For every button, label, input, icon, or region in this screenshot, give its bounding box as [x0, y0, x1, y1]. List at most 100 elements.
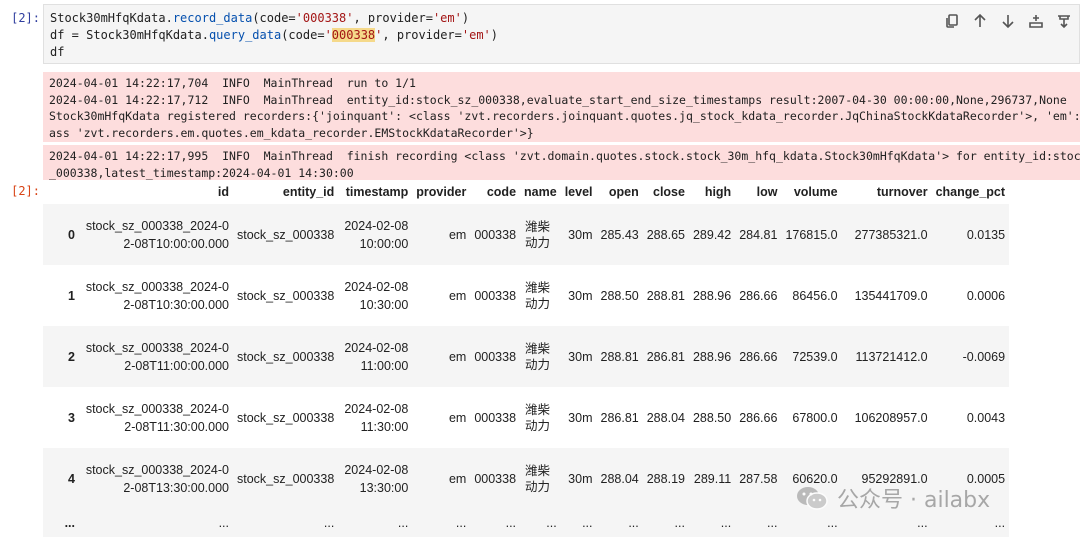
ellipsis-cell: ...	[688, 509, 736, 537]
column-header: open	[608, 185, 639, 199]
table-row: 3 stock_sz_000338_2024-02-08T11:30:00.00…	[43, 387, 1009, 448]
column-header: low	[756, 185, 778, 199]
cell-close: 288.04	[646, 410, 685, 425]
cell-volume: 86456.0	[792, 288, 838, 303]
cell-name: 潍柴动力	[520, 326, 561, 387]
cell-timestamp: 2024-02-08 13:30:00	[338, 448, 413, 509]
ellipsis-cell: ...	[735, 509, 782, 537]
cell-high: 288.96	[692, 288, 732, 303]
cell-open: 288.04	[596, 448, 643, 509]
log-line: 2024-04-01 14:22:17,995 INFO MainThread …	[49, 149, 1080, 163]
table-header-row: id entity_id timestamp provider code nam…	[43, 180, 1009, 204]
column-header: timestamp	[345, 185, 409, 199]
input-prompt: [2]:	[11, 11, 40, 25]
cell-code: 000338	[474, 288, 517, 303]
cell-open: 288.81	[596, 326, 643, 387]
move-up-button[interactable]	[969, 11, 991, 31]
ellipsis-cell: ...	[412, 509, 471, 537]
ellipsis-cell: ...	[43, 509, 79, 537]
delete-icon	[1058, 15, 1070, 29]
cell-low: 286.66	[739, 410, 778, 425]
ellipsis-cell: ...	[233, 509, 339, 537]
cell-high: 288.96	[688, 326, 736, 387]
cell-provider: em	[448, 410, 467, 425]
cell-close: 288.19	[642, 448, 689, 509]
cell-high: 289.11	[688, 448, 736, 509]
cell-volume: 67800.0	[792, 410, 838, 425]
cell-high: 288.50	[692, 410, 732, 425]
cell-code: 000338	[474, 410, 517, 425]
table-row: 2 stock_sz_000338_2024-02-08T11:00:00.00…	[43, 326, 1010, 387]
cell-turnover: 113721412.0	[841, 326, 932, 387]
cell-timestamp: 2024-02-08 11:30:00	[344, 401, 409, 434]
duplicate-cell-button[interactable]	[941, 11, 963, 31]
cell-code: 000338	[470, 204, 521, 265]
cell-level: 30m	[568, 410, 593, 425]
cell-name: 潍柴动力	[525, 402, 551, 433]
table-row: 1 stock_sz_000338_2024-02-08T10:30:00.00…	[43, 265, 1009, 326]
watermark-text: 公众号 · ailabx	[837, 488, 991, 513]
cell-id: stock_sz_000338_2024-02-08T11:30:00.000	[85, 401, 229, 434]
cell-turnover: 135441709.0	[854, 288, 928, 303]
cell-low: 286.66	[735, 326, 782, 387]
cell-level: 30m	[560, 448, 597, 509]
cell-close: 288.81	[646, 288, 685, 303]
cell-id: stock_sz_000338_2024-02-08T13:30:00.000	[79, 448, 233, 509]
column-header: code	[486, 185, 517, 199]
column-header: volume	[793, 185, 838, 199]
cell-id: stock_sz_000338_2024-02-08T11:00:00.000	[79, 326, 233, 387]
cell-change-pct: -0.0069	[931, 326, 1010, 387]
cell-code: 000338	[470, 448, 521, 509]
cell-name: 潍柴动力	[520, 204, 561, 265]
cell-name: 潍柴动力	[520, 448, 561, 509]
row-index: 3	[68, 410, 75, 425]
code-line-3: df	[50, 45, 65, 59]
code-editor[interactable]: Stock30mHfqKdata.record_data(code='00033…	[50, 10, 498, 61]
column-header: id	[217, 185, 229, 199]
row-index: 0	[43, 204, 79, 265]
wechat-icon	[797, 487, 828, 510]
cell-low: 286.66	[739, 288, 778, 303]
move-down-button[interactable]	[997, 11, 1019, 31]
cell-entity-id: stock_sz_000338	[233, 204, 339, 265]
cell-high: 289.42	[688, 204, 736, 265]
column-header: close	[653, 185, 685, 199]
stderr-output: 2024-04-01 14:22:17,995 INFO MainThread …	[43, 145, 1080, 180]
cell-provider: em	[448, 288, 467, 303]
cell-turnover: 277385321.0	[841, 204, 932, 265]
cell-level: 30m	[560, 204, 597, 265]
log-line: ass 'zvt.recorders.em.quotes.em_kdata_re…	[49, 125, 534, 140]
cell-entity-id: stock_sz_000338	[233, 448, 339, 509]
log-line: 2024-04-01 14:22:17,704 INFO MainThread …	[49, 76, 416, 90]
cell-provider: em	[412, 204, 471, 265]
cell-turnover: 106208957.0	[854, 410, 928, 425]
column-header: high	[704, 185, 732, 199]
cell-low: 284.81	[735, 204, 782, 265]
code-line-2: df = Stock30mHfqKdata.query_data(code='0…	[50, 28, 499, 42]
code-cell[interactable]: Stock30mHfqKdata.record_data(code='00033…	[43, 4, 1080, 64]
cell-open: 285.43	[596, 204, 643, 265]
row-index: 2	[43, 326, 79, 387]
log-line: 2024-04-01 14:22:17,712 INFO MainThread …	[49, 92, 1067, 107]
insert-cell-button[interactable]	[1025, 11, 1047, 31]
cell-id: stock_sz_000338_2024-02-08T10:30:00.000	[85, 279, 229, 312]
cell-open: 288.50	[600, 288, 639, 303]
cell-provider: em	[412, 326, 471, 387]
column-header: level	[564, 185, 593, 199]
cell-timestamp: 2024-02-08 11:00:00	[338, 326, 413, 387]
code-line-1: Stock30mHfqKdata.record_data(code='00033…	[50, 11, 470, 25]
output-prompt: [2]:	[11, 184, 40, 198]
table-row: 0 stock_sz_000338_2024-02-08T10:00:00.00…	[43, 204, 1010, 265]
cell-close: 288.65	[642, 204, 689, 265]
cell-change-pct: 0.0006	[966, 288, 1006, 303]
ellipsis-cell: ...	[338, 509, 413, 537]
cell-level: 30m	[560, 326, 597, 387]
column-header: change_pct	[935, 185, 1006, 199]
cell-entity-id: stock_sz_000338	[237, 288, 335, 303]
insert-below-icon	[1029, 15, 1043, 28]
cell-change-pct: 0.0043	[966, 410, 1006, 425]
delete-cell-button[interactable]	[1053, 11, 1075, 31]
column-header	[43, 180, 79, 204]
search-highlight: 000338	[331, 28, 376, 42]
cell-entity-id: stock_sz_000338	[233, 326, 339, 387]
